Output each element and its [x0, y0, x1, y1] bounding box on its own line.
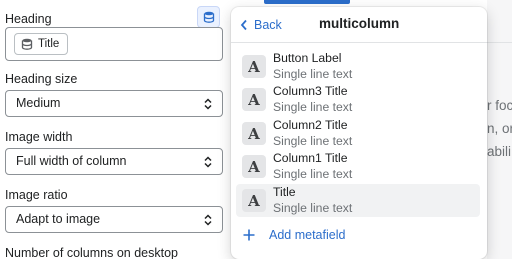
source-option-name: Title: [273, 185, 296, 199]
heading-label: Heading: [5, 12, 52, 26]
heading-size-value: Medium: [16, 96, 61, 110]
add-metafield-button[interactable]: Add metafield: [242, 225, 345, 245]
popover-header: Back multicolumn: [231, 7, 487, 43]
popover-title: multicolumn: [319, 16, 400, 31]
source-option-column3-title[interactable]: A Column3 Title Single line text: [236, 83, 480, 116]
preview-text-fragment: abili: [487, 144, 512, 159]
image-width-select[interactable]: Full width of column: [5, 148, 223, 175]
source-option-type: Single line text: [273, 134, 353, 148]
source-option-type: Single line text: [273, 100, 353, 114]
columns-desktop-label: Number of columns on desktop: [5, 246, 179, 259]
dynamic-source-pill[interactable]: Title: [14, 33, 69, 55]
source-option-type: Single line text: [273, 201, 353, 215]
database-icon: [203, 11, 214, 23]
source-option-name: Column1 Title: [273, 151, 348, 165]
back-button[interactable]: Back: [240, 15, 282, 35]
active-tab-indicator: [264, 0, 350, 4]
text-type-icon: A: [242, 122, 266, 145]
preview-divider: [487, 42, 512, 43]
image-ratio-label: Image ratio: [5, 188, 68, 202]
back-button-label: Back: [254, 18, 282, 32]
source-option-name: Column2 Title: [273, 118, 348, 132]
select-arrows-icon: [204, 214, 212, 226]
add-metafield-label: Add metafield: [269, 228, 346, 242]
source-option-type: Single line text: [273, 67, 353, 81]
plus-icon: [243, 229, 255, 241]
source-option-name: Button Label: [273, 51, 342, 65]
database-icon: [21, 38, 33, 50]
source-option-button-label[interactable]: A Button Label Single line text: [236, 50, 480, 83]
heading-size-label: Heading size: [5, 72, 78, 86]
select-arrows-icon: [204, 156, 212, 168]
source-option-name: Column3 Title: [273, 84, 348, 98]
source-option-title[interactable]: A Title Single line text: [236, 184, 480, 217]
settings-panel: Heading Title Heading size Medium Image …: [0, 0, 230, 259]
image-width-value: Full width of column: [16, 154, 127, 168]
heading-input[interactable]: Title: [5, 27, 223, 61]
preview-text-fragment: n, or: [487, 121, 512, 136]
insert-dynamic-source-button[interactable]: [197, 6, 220, 28]
image-ratio-select[interactable]: Adapt to image: [5, 206, 223, 233]
text-type-icon: A: [242, 189, 266, 212]
source-option-column1-title[interactable]: A Column1 Title Single line text: [236, 150, 480, 183]
dynamic-source-popover: Back multicolumn A Button Label Single l…: [231, 7, 487, 259]
text-type-icon: A: [242, 55, 266, 78]
image-ratio-value: Adapt to image: [16, 212, 101, 226]
source-option-type: Single line text: [273, 167, 353, 181]
preview-text-fragment: r focu: [487, 98, 512, 113]
heading-size-select[interactable]: Medium: [5, 90, 223, 117]
image-width-label: Image width: [5, 130, 73, 144]
chevron-left-icon: [240, 19, 247, 31]
select-arrows-icon: [204, 98, 212, 110]
dynamic-source-pill-label: Title: [38, 38, 60, 50]
text-type-icon: A: [242, 88, 266, 111]
source-option-column2-title[interactable]: A Column2 Title Single line text: [236, 117, 480, 150]
text-type-icon: A: [242, 155, 266, 178]
